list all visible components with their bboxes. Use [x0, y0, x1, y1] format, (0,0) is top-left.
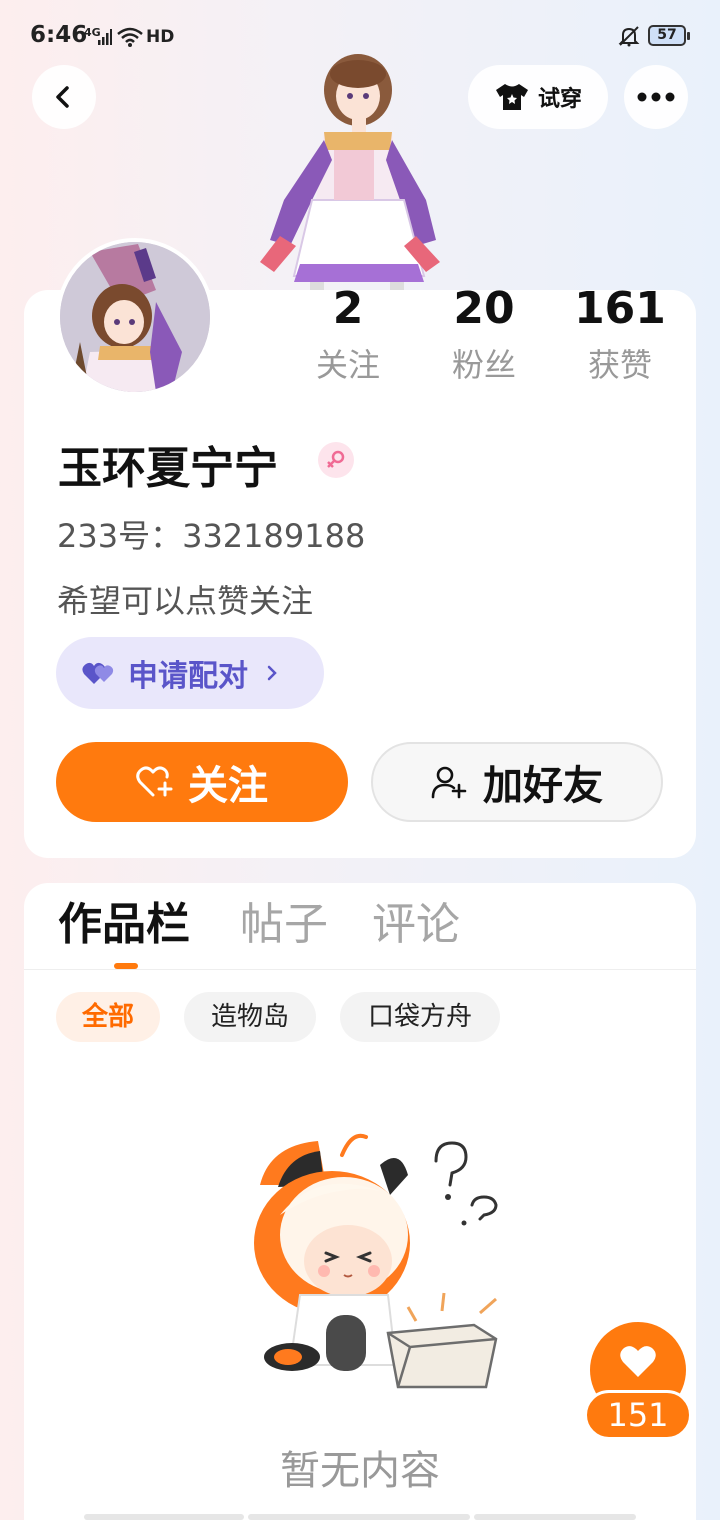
stat-label: 粉丝: [451, 346, 516, 384]
stat-following[interactable]: 2 关注: [288, 284, 408, 386]
filter-pocket-ark[interactable]: 口袋方舟: [340, 992, 500, 1042]
divider: [84, 1514, 244, 1520]
stat-label: 关注: [315, 346, 380, 384]
tab-posts[interactable]: 帖子: [240, 895, 328, 955]
heart-icon: [620, 1346, 656, 1377]
divider: [248, 1514, 470, 1520]
wifi-icon: [117, 27, 143, 47]
nickname: 玉环夏宁宁: [58, 443, 278, 494]
stat-value: 2: [332, 283, 364, 334]
stat-value: 161: [574, 283, 666, 334]
stat-label: 获赞: [587, 346, 652, 384]
stat-value: 20: [453, 283, 515, 334]
hearts-icon: [82, 662, 114, 684]
divider: [24, 969, 696, 970]
bell-muted-icon: [618, 26, 640, 47]
more-options-button[interactable]: [624, 65, 688, 129]
empty-state-illustration: [254, 1133, 498, 1389]
empty-state-text: 暂无内容: [280, 1448, 440, 1494]
filter-creation-island[interactable]: 造物岛: [184, 992, 316, 1042]
request-pair-button[interactable]: 申请配对: [56, 637, 324, 709]
hd-indicator: HD: [146, 27, 175, 47]
chevron-right-icon: [267, 665, 277, 681]
divider: [474, 1514, 636, 1520]
more-horizontal-icon: [637, 92, 675, 102]
request-pair-label: 申请配对: [128, 659, 248, 694]
shirt-icon: [495, 84, 528, 110]
follow-button[interactable]: 关注: [56, 742, 348, 822]
tab-comments[interactable]: 评论: [372, 895, 460, 955]
signal-icon: [98, 29, 112, 45]
stat-likes[interactable]: 161 获赞: [560, 284, 680, 386]
status-time: 6:46: [30, 22, 88, 48]
follow-label: 关注: [188, 763, 268, 809]
female-gender-icon: [318, 442, 354, 478]
stat-followers[interactable]: 20 粉丝: [424, 284, 544, 386]
battery-indicator: 57: [648, 25, 690, 46]
like-count: 151: [584, 1390, 692, 1440]
bio: 希望可以点赞关注: [57, 582, 314, 620]
floating-like-button[interactable]: 151: [584, 1322, 692, 1440]
heart-plus-icon: [136, 766, 173, 797]
tab-works[interactable]: 作品栏: [58, 895, 190, 955]
chevron-left-icon: [56, 86, 69, 108]
add-friend-label: 加好友: [483, 763, 603, 809]
back-button[interactable]: [32, 65, 96, 129]
try-on-button[interactable]: 试穿: [468, 65, 608, 129]
add-friend-button[interactable]: 加好友: [371, 742, 663, 822]
hero-character-image: [260, 54, 440, 300]
user-id: 233号：332189188: [57, 517, 366, 555]
try-on-label: 试穿: [537, 87, 582, 112]
stats-row: 2 关注 20 粉丝 161 获赞: [0, 284, 720, 394]
filter-all[interactable]: 全部: [56, 992, 160, 1042]
add-person-icon: [431, 766, 467, 799]
